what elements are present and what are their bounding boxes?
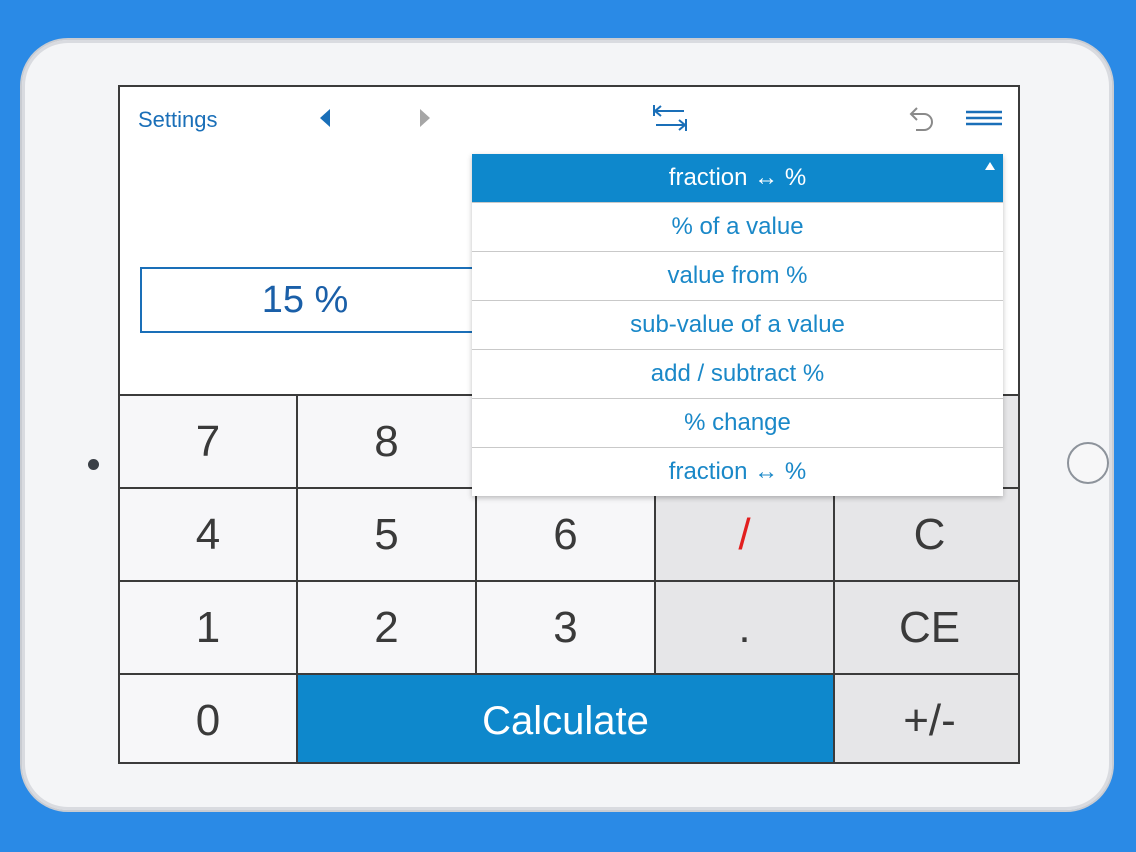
clear-entry-button[interactable]: CE [835,582,1018,673]
decimal-point-button[interactable]: . [656,582,833,673]
caret-up-icon [985,162,995,170]
settings-button[interactable]: Settings [138,107,218,133]
key-4[interactable]: 4 [120,489,296,580]
dropdown-option-sub-value[interactable]: sub-value of a value [472,300,1003,349]
key-7[interactable]: 7 [120,396,296,487]
home-button[interactable] [1067,442,1109,484]
camera-dot [88,459,99,470]
divide-button[interactable]: / [656,489,833,580]
dropdown-selected-label: fraction ↔ % [668,164,807,191]
key-8[interactable]: 8 [298,396,475,487]
plus-minus-button[interactable]: +/- [835,675,1018,762]
key-2[interactable]: 2 [298,582,475,673]
key-0[interactable]: 0 [120,675,296,762]
triangle-left-icon[interactable] [320,109,330,127]
key-6[interactable]: 6 [477,489,654,580]
key-1[interactable]: 1 [120,582,296,673]
dropdown-option-percent-of-value[interactable]: % of a value [472,202,1003,251]
calculate-button[interactable]: Calculate [298,675,833,762]
mode-dropdown: fraction ↔ % % of a value value from % s… [472,154,1003,496]
hamburger-menu-icon[interactable] [966,109,1002,127]
dropdown-option-fraction-percent[interactable]: fraction ↔ % [472,447,1003,496]
dropdown-selected[interactable]: fraction ↔ % [472,154,1003,202]
dropdown-option-value-from-percent[interactable]: value from % [472,251,1003,300]
dropdown-option-percent-change[interactable]: % change [472,398,1003,447]
app-screen: Settings 15 % 7 8 4 5 6 / C 1 2 3 . CE 0… [118,85,1020,764]
swap-arrows-icon[interactable] [652,102,688,134]
key-5[interactable]: 5 [298,489,475,580]
dropdown-option-add-subtract[interactable]: add / subtract % [472,349,1003,398]
clear-button[interactable]: C [835,489,1018,580]
undo-icon[interactable] [906,104,936,134]
triangle-right-icon[interactable] [420,109,430,127]
tablet-frame: Settings 15 % 7 8 4 5 6 / C 1 2 3 . CE 0… [22,40,1112,810]
value-display: 15 % [140,267,500,333]
key-3[interactable]: 3 [477,582,654,673]
